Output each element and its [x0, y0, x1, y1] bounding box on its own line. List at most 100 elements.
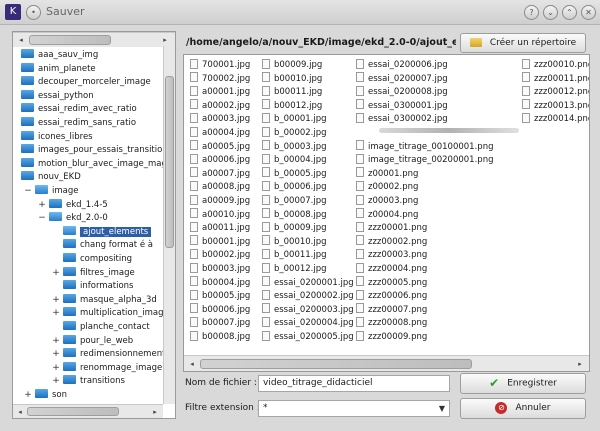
tree-item[interactable]: + renommage_image	[52, 361, 162, 375]
tree-item[interactable]: anim_planete	[21, 62, 96, 76]
tree-item[interactable]: + filtres_image	[52, 266, 135, 280]
file-item[interactable]: b_00010.jpg	[262, 235, 327, 249]
tree-top-scrollbar[interactable]: ◂ ▸	[13, 32, 175, 47]
file-list[interactable]: 700001.jpg 700002.jpg a00001.jpg a00002.jpg…	[183, 54, 590, 372]
file-item[interactable]: b00004.jpg	[190, 276, 250, 290]
tree-item[interactable]: icones_libres	[21, 130, 93, 144]
file-item[interactable]: zzz00006.png	[356, 289, 427, 303]
file-item[interactable]: b_00011.jpg	[262, 248, 327, 262]
filename-input[interactable]: video_titrage_didacticiel	[258, 375, 450, 392]
file-item[interactable]: zzz00002.png	[356, 235, 427, 249]
file-item[interactable]: b00012.jpg	[262, 99, 322, 113]
file-item[interactable]: b_00012.jpg	[262, 262, 327, 276]
save-button[interactable]: ✔ Enregistrer	[460, 373, 586, 394]
file-item[interactable]: b00007.jpg	[190, 316, 250, 330]
expand-icon[interactable]: +	[24, 389, 32, 401]
file-item[interactable]: essai_0200003.jpg	[262, 303, 354, 317]
file-item[interactable]: b00011.jpg	[262, 85, 322, 99]
file-item[interactable]: b00008.jpg	[190, 330, 250, 344]
scroll-right-arrow-icon[interactable]: ▸	[149, 408, 161, 416]
tree-item[interactable]: ajout_elements	[63, 225, 152, 239]
file-item[interactable]: a00006.jpg	[190, 153, 250, 167]
scrollbar-thumb[interactable]	[200, 359, 472, 369]
file-item[interactable]: z00004.png	[356, 208, 418, 222]
file-item[interactable]: b00003.jpg	[190, 262, 250, 276]
scroll-left-arrow-icon[interactable]: ◂	[15, 36, 27, 44]
file-item[interactable]: a00010.jpg	[190, 208, 250, 222]
file-item[interactable]: zzz00012.png	[522, 85, 589, 99]
folder-tree[interactable]: ◂ ▸ aaa_sauv_img anim_planete decouper_mor…	[12, 31, 176, 419]
file-item[interactable]: essai_0300002.jpg	[356, 112, 448, 126]
file-item[interactable]: a00011.jpg	[190, 221, 250, 235]
filter-select[interactable]: * ▼	[258, 400, 450, 417]
expand-icon[interactable]: +	[52, 267, 60, 280]
tree-item[interactable]: compositing	[63, 253, 132, 266]
tree-item[interactable]: motion_blur_avec_image_magick	[21, 157, 163, 171]
expand-icon[interactable]: +	[52, 375, 60, 388]
file-item[interactable]: zzz00003.png	[356, 248, 427, 262]
file-item[interactable]: a00002.jpg	[190, 99, 250, 113]
file-item[interactable]: a00009.jpg	[190, 194, 250, 208]
scroll-left-arrow-icon[interactable]: ◂	[14, 408, 26, 416]
file-item[interactable]: b_00008.jpg	[262, 208, 327, 222]
scroll-right-arrow-icon[interactable]: ▸	[159, 36, 171, 44]
file-item[interactable]: b_00007.jpg	[262, 194, 327, 208]
tree-item[interactable]: nouv_EKD	[21, 171, 81, 184]
tree-item[interactable]: essai_redim_sans_ratio	[21, 117, 136, 130]
expand-icon[interactable]: +	[52, 335, 60, 348]
scrollbar-thumb[interactable]	[29, 35, 111, 45]
file-item[interactable]: zzz00008.png	[356, 316, 427, 330]
file-item[interactable]: b00006.jpg	[190, 303, 250, 317]
tree-item[interactable]: planche_contact	[63, 321, 150, 334]
tree-item[interactable]: − image	[24, 185, 78, 198]
tree-item[interactable]: + pour_le_web	[52, 334, 133, 348]
expand-icon[interactable]: +	[52, 294, 60, 307]
file-item[interactable]: z00003.png	[356, 194, 418, 208]
collapse-icon[interactable]: −	[38, 212, 46, 225]
scrollbar-thumb[interactable]	[27, 407, 119, 416]
expand-icon[interactable]: +	[52, 362, 60, 375]
tree-item[interactable]: + transitions	[52, 375, 125, 388]
file-item[interactable]: zzz00011.png	[522, 72, 589, 86]
maximize-button[interactable]: ⌃	[562, 5, 577, 20]
file-item[interactable]: b00002.jpg	[190, 248, 250, 262]
expand-icon[interactable]: +	[52, 307, 60, 320]
file-item[interactable]: b00010.jpg	[262, 72, 322, 86]
file-item[interactable]: a00004.jpg	[190, 126, 250, 140]
tree-item[interactable]: + ekd_1.4-5	[38, 198, 108, 212]
window-menu-button[interactable]: •	[26, 5, 41, 20]
file-item[interactable]: b00005.jpg	[190, 289, 250, 303]
file-item[interactable]: b_00003.jpg	[262, 140, 327, 154]
file-item[interactable]: b_00005.jpg	[262, 167, 327, 181]
minimize-button[interactable]: ⌄	[543, 5, 558, 20]
tree-horizontal-scrollbar[interactable]: ◂ ▸	[13, 404, 163, 418]
file-item[interactable]: 700002.jpg	[190, 72, 250, 86]
tree-item[interactable]: informations	[63, 280, 134, 293]
file-item[interactable]: 700001.jpg	[190, 58, 250, 72]
file-item[interactable]: b00001.jpg	[190, 235, 250, 249]
tree-vertical-scrollbar[interactable]	[163, 46, 175, 404]
tree-item[interactable]: images_pour_essais_transitions	[21, 144, 163, 157]
file-item[interactable]: z00002.png	[356, 180, 418, 194]
cancel-button[interactable]: ⊘ Annuler	[460, 398, 586, 419]
file-item[interactable]: b00009.jpg	[262, 58, 322, 72]
file-item[interactable]: b_00002.jpg	[262, 126, 327, 140]
file-item[interactable]: zzz00007.png	[356, 303, 427, 317]
file-item[interactable]: z00001.png	[356, 167, 418, 181]
scrollbar-thumb[interactable]	[165, 76, 174, 248]
file-item[interactable]: zzz00001.png	[356, 221, 427, 235]
file-item[interactable]: essai_0200005.jpg	[262, 330, 354, 344]
help-button[interactable]: ?	[524, 5, 539, 20]
file-item[interactable]: zzz00014.png	[522, 112, 589, 126]
file-item[interactable]: zzz00005.png	[356, 276, 427, 290]
tree-item[interactable]: essai_redim_avec_ratio	[21, 103, 137, 116]
tree-item[interactable]: + multiplication_image	[52, 307, 163, 320]
close-button[interactable]: ✕	[581, 5, 596, 20]
tree-item[interactable]: + masque_alpha_3d	[52, 293, 157, 307]
file-item[interactable]: zzz00009.png	[356, 330, 427, 344]
file-item[interactable]: a00003.jpg	[190, 112, 250, 126]
tree-item[interactable]: chang format é à	[63, 239, 153, 252]
tree-item[interactable]: + son	[24, 389, 67, 401]
file-item[interactable]: image_titrage_00100001.png	[356, 140, 493, 154]
tree-item[interactable]: essai_python	[21, 89, 94, 103]
